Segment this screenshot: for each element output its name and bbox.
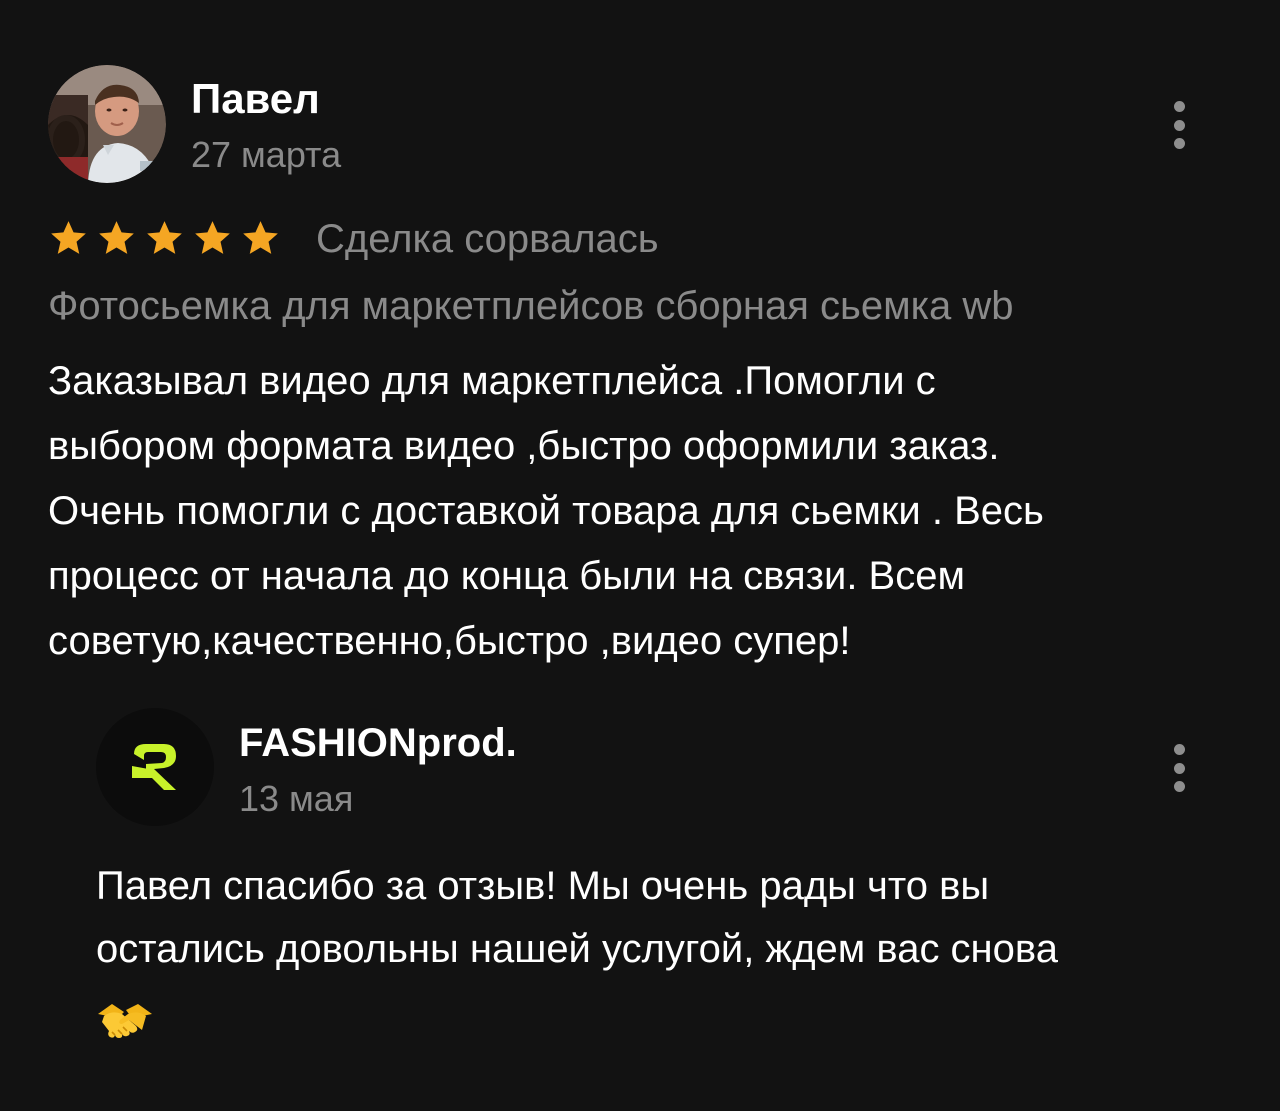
reply-avatar[interactable] bbox=[96, 708, 214, 826]
review-more-button[interactable] bbox=[1167, 101, 1191, 149]
review-card: Павел 27 марта Сделка сорвалась Фотосьем… bbox=[0, 0, 1280, 1111]
more-vertical-icon-dot bbox=[1173, 138, 1185, 149]
reply-author-name[interactable]: FASHIONprod. bbox=[239, 718, 517, 768]
reply-more-button[interactable] bbox=[1167, 744, 1191, 792]
reply-text: Павел спасибо за отзыв! Мы очень рады чт… bbox=[96, 864, 1058, 971]
star-icon bbox=[96, 218, 137, 264]
avatar-photo bbox=[48, 65, 166, 183]
deal-status: Сделка сорвалась bbox=[316, 217, 659, 261]
star-icon bbox=[48, 218, 89, 264]
review-date: 27 марта bbox=[191, 134, 342, 175]
reply-date: 13 мая bbox=[239, 778, 354, 819]
star-icon bbox=[192, 218, 233, 264]
more-vertical-icon bbox=[1173, 744, 1185, 755]
star-icon bbox=[240, 218, 281, 264]
handshake-icon bbox=[96, 1000, 154, 1044]
more-vertical-icon bbox=[1173, 101, 1185, 112]
star-icon bbox=[144, 218, 185, 264]
reviewer-name[interactable]: Павел bbox=[191, 74, 320, 124]
more-vertical-icon-dot bbox=[1173, 781, 1185, 792]
service-name: Фотосьемка для маркетплейсов сборная сье… bbox=[48, 284, 1014, 328]
rating-stars bbox=[48, 218, 281, 264]
review-text: Заказывал видео для маркетплейса .Помогл… bbox=[48, 359, 1044, 663]
more-vertical-icon-dot bbox=[1173, 119, 1185, 131]
more-vertical-icon-dot bbox=[1173, 762, 1185, 774]
reviewer-avatar[interactable] bbox=[48, 65, 166, 183]
fashionprod-logo-icon bbox=[132, 744, 176, 790]
